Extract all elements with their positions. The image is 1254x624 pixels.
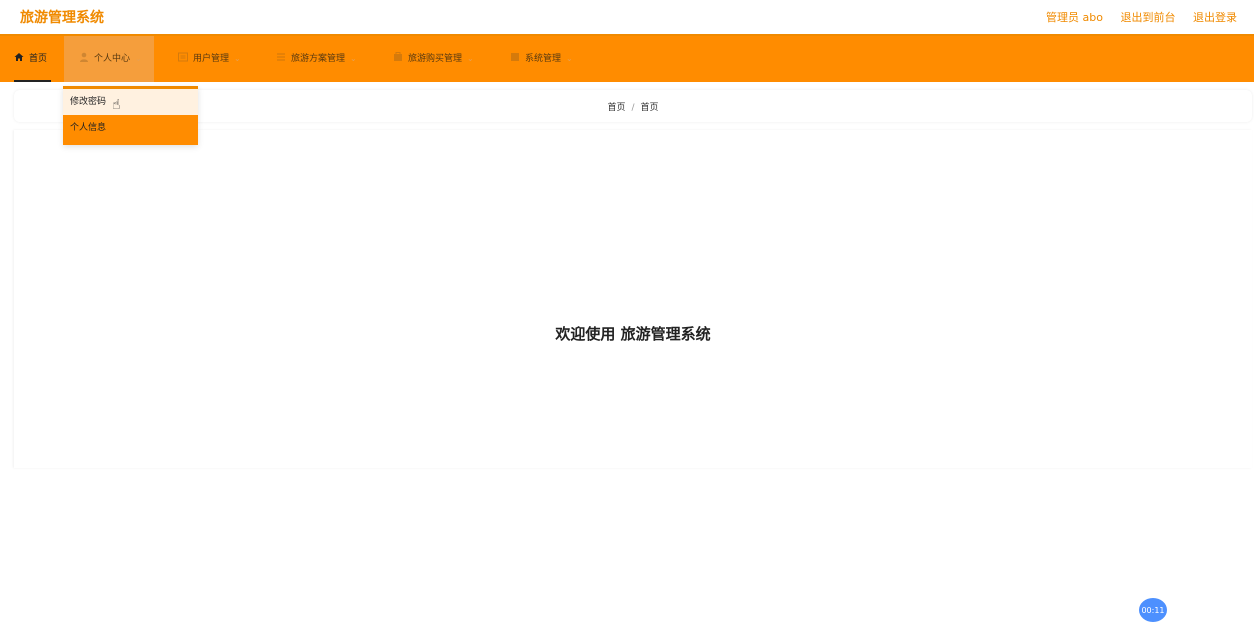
breadcrumb-bar: 首页 / 首页 bbox=[14, 90, 1252, 122]
chevron-down-icon: ⌄ bbox=[135, 54, 142, 63]
nav-home-label: 首页 bbox=[29, 54, 48, 64]
exit-to-front-link[interactable]: 退出到前台 bbox=[1121, 11, 1176, 24]
main-nav: 首页 个人中心 ⌄ 用户管理 ⌄ 旅游方案管理 ⌄ 旅游购买管理 ⌄ 系统管理 ⌄ bbox=[0, 36, 1254, 82]
cart-icon bbox=[393, 52, 403, 62]
nav-tour-plan-mgmt[interactable]: 旅游方案管理 ⌄ bbox=[276, 36, 357, 82]
nav-tour-purchase-mgmt[interactable]: 旅游购买管理 ⌄ bbox=[393, 36, 474, 82]
menu-item-change-password[interactable]: 修改密码 bbox=[63, 89, 198, 115]
hand-pointer-icon: ☝ bbox=[112, 97, 121, 113]
breadcrumb-separator: / bbox=[631, 103, 635, 113]
nav-user-mgmt-label: 用户管理 bbox=[193, 54, 230, 64]
chevron-down-icon: ⌄ bbox=[467, 54, 474, 63]
welcome-message: 欢迎使用 旅游管理系统 bbox=[555, 325, 711, 343]
app-title: 旅游管理系统 bbox=[20, 10, 104, 26]
breadcrumb-current: 首页 bbox=[640, 103, 659, 113]
nav-personal-center-label: 个人中心 bbox=[94, 54, 131, 64]
top-header: 旅游管理系统 管理员 abo 退出到前台 退出登录 bbox=[0, 0, 1254, 36]
admin-user-link[interactable]: 管理员 abo bbox=[1046, 11, 1103, 24]
nav-home[interactable]: 首页 bbox=[14, 36, 52, 82]
breadcrumb-root[interactable]: 首页 bbox=[607, 103, 625, 113]
user-list-icon bbox=[178, 52, 188, 62]
timer-badge: 00:11 bbox=[1139, 598, 1167, 622]
personal-center-dropdown: 修改密码 个人信息 bbox=[63, 86, 198, 145]
chevron-down-icon: ⌄ bbox=[234, 54, 241, 63]
nav-tour-plan-mgmt-label: 旅游方案管理 bbox=[291, 54, 346, 64]
user-icon bbox=[79, 52, 89, 62]
nav-system-mgmt-label: 系统管理 bbox=[525, 54, 562, 64]
chevron-down-icon: ⌄ bbox=[566, 54, 573, 63]
nav-user-mgmt[interactable]: 用户管理 ⌄ bbox=[178, 36, 241, 82]
nav-personal-center[interactable]: 个人中心 ⌄ bbox=[64, 36, 154, 82]
list-icon bbox=[276, 52, 286, 62]
chevron-down-icon: ⌄ bbox=[350, 54, 357, 63]
header-links: 管理员 abo 退出到前台 退出登录 bbox=[1032, 9, 1237, 25]
home-icon bbox=[14, 52, 24, 62]
nav-system-mgmt[interactable]: 系统管理 ⌄ bbox=[510, 36, 573, 82]
settings-icon bbox=[510, 52, 520, 62]
main-content: 欢迎使用 旅游管理系统 bbox=[14, 130, 1252, 468]
logout-link[interactable]: 退出登录 bbox=[1193, 11, 1237, 24]
breadcrumb: 首页 / 首页 bbox=[14, 100, 1252, 113]
nav-tour-purchase-mgmt-label: 旅游购买管理 bbox=[408, 54, 463, 64]
menu-item-personal-info[interactable]: 个人信息 bbox=[63, 115, 198, 141]
